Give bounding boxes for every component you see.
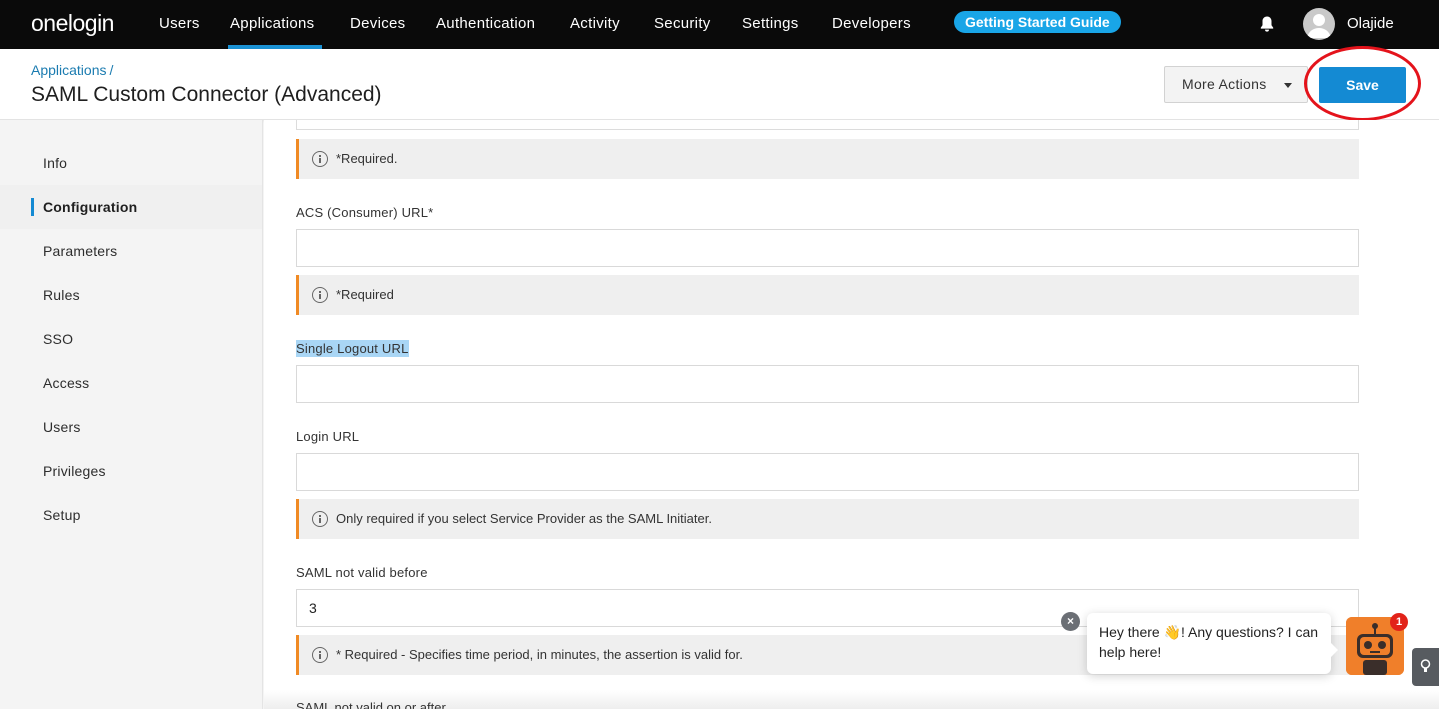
- top-navigation: onelogin Users Applications Devices Auth…: [0, 0, 1439, 49]
- note-text: * Required - Specifies time period, in m…: [336, 647, 743, 662]
- breadcrumb-applications-link[interactable]: Applications: [31, 62, 107, 78]
- nav-authentication[interactable]: Authentication: [436, 15, 535, 32]
- onelogin-logo[interactable]: onelogin: [31, 10, 114, 37]
- caret-down-icon: [1284, 83, 1292, 88]
- more-actions-dropdown[interactable]: More Actions: [1164, 66, 1308, 103]
- user-avatar[interactable]: [1303, 8, 1335, 40]
- login-url-input[interactable]: [296, 453, 1359, 491]
- sidebar-item-setup[interactable]: Setup: [0, 493, 262, 537]
- nav-devices[interactable]: Devices: [350, 15, 405, 32]
- nav-settings[interactable]: Settings: [742, 15, 799, 32]
- sidebar-item-privileges[interactable]: Privileges: [0, 449, 262, 493]
- nav-applications[interactable]: Applications: [230, 15, 314, 32]
- save-button[interactable]: Save: [1319, 67, 1406, 103]
- sidebar-item-users[interactable]: Users: [0, 405, 262, 449]
- page-title: SAML Custom Connector (Advanced): [31, 83, 382, 106]
- app-sidebar: Info Configuration Parameters Rules SSO …: [0, 120, 263, 709]
- nav-security[interactable]: Security: [654, 15, 711, 32]
- bell-icon[interactable]: [1259, 15, 1275, 33]
- login-url-note: Only required if you select Service Prov…: [296, 499, 1359, 539]
- required-note: *Required.: [296, 139, 1359, 179]
- help-tips-button[interactable]: [1412, 648, 1439, 686]
- single-logout-url-input[interactable]: [296, 365, 1359, 403]
- note-text: Only required if you select Service Prov…: [336, 511, 712, 526]
- info-icon: [312, 647, 328, 663]
- single-logout-url-label: Single Logout URL: [296, 340, 409, 357]
- info-icon: [312, 287, 328, 303]
- lightbulb-icon: [1420, 659, 1431, 672]
- saml-not-valid-before-label: SAML not valid before: [296, 565, 428, 580]
- sidebar-item-sso[interactable]: SSO: [0, 317, 262, 361]
- note-text: *Required: [336, 287, 394, 302]
- wave-emoji-icon: 👋: [1163, 624, 1182, 640]
- breadcrumb-separator: /: [109, 62, 114, 78]
- getting-started-guide-button[interactable]: Getting Started Guide: [954, 11, 1121, 33]
- username[interactable]: Olajide: [1347, 15, 1394, 32]
- chat-message-bubble[interactable]: Hey there 👋! Any questions? I can help h…: [1087, 613, 1338, 674]
- acs-url-input[interactable]: [296, 229, 1359, 267]
- login-url-label: Login URL: [296, 429, 360, 444]
- breadcrumb: Applications /: [31, 62, 113, 78]
- avatar-person-icon: [1307, 14, 1331, 38]
- sidebar-item-configuration[interactable]: Configuration: [0, 185, 262, 229]
- nav-users[interactable]: Users: [159, 15, 200, 32]
- page-header: Applications / SAML Custom Connector (Adv…: [0, 49, 1439, 120]
- chat-close-button[interactable]: ×: [1061, 612, 1080, 631]
- note-text: *Required.: [336, 151, 398, 166]
- nav-activity[interactable]: Activity: [570, 15, 620, 32]
- saml-not-valid-on-or-after-label: SAML not valid on or after: [296, 700, 446, 709]
- sidebar-item-parameters[interactable]: Parameters: [0, 229, 262, 273]
- info-icon: [312, 511, 328, 527]
- sidebar-item-access[interactable]: Access: [0, 361, 262, 405]
- acs-url-label: ACS (Consumer) URL*: [296, 205, 434, 220]
- sidebar-item-info[interactable]: Info: [0, 141, 262, 185]
- sidebar-item-rules[interactable]: Rules: [0, 273, 262, 317]
- more-actions-label: More Actions: [1182, 76, 1267, 92]
- acs-url-note: *Required: [296, 275, 1359, 315]
- previous-field-input[interactable]: [296, 120, 1359, 130]
- info-icon: [312, 151, 328, 167]
- chat-message-start: Hey there: [1099, 624, 1164, 640]
- nav-developers[interactable]: Developers: [832, 15, 911, 32]
- notification-badge: 1: [1390, 613, 1408, 631]
